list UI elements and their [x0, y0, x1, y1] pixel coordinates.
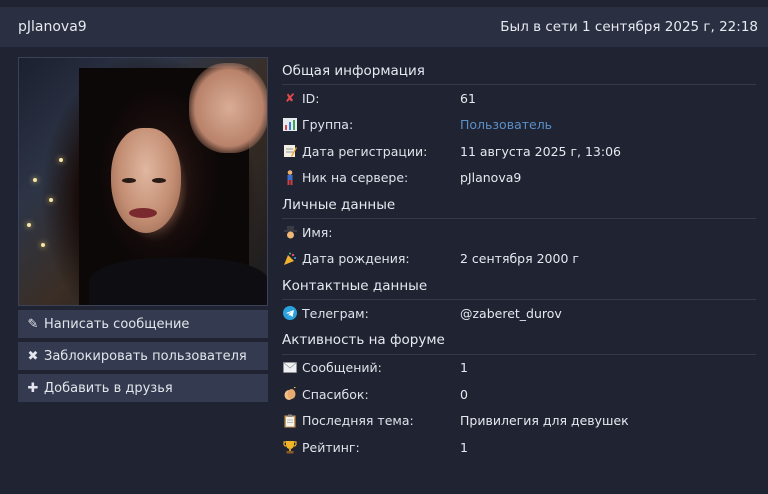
section-personal-title: Личные данные [282, 191, 756, 219]
info-row-registration-date: Дата регистрации: 11 августа 2025 г, 13:… [282, 138, 756, 165]
info-row-server-nick: Ник на сервере: pJlanova9 [282, 165, 756, 192]
detective-icon [282, 224, 298, 240]
photo-eye-right [152, 178, 166, 183]
add-friend-button[interactable]: ✚ Добавить в друзья [18, 374, 268, 402]
write-message-button[interactable]: ✎ Написать сообщение [18, 310, 268, 338]
profile-username: pJlanova9 [18, 19, 87, 35]
profile-info: Общая информация ✘ ID: 61 Группа: Пользов… [282, 57, 756, 461]
info-row-messages: Сообщений: 1 [282, 355, 756, 382]
section-contacts-title: Контактные данные [282, 272, 756, 300]
info-row-id: ✘ ID: 61 [282, 85, 756, 112]
profile-header: pJlanova9 Был в сети 1 сентября 2025 г, … [0, 7, 768, 47]
cross-icon: ✖ [27, 348, 39, 364]
add-friend-label: Добавить в друзья [44, 380, 173, 396]
last-seen-status: Был в сети 1 сентября 2025 г, 22:18 [500, 19, 758, 35]
profile-avatar[interactable] [18, 57, 268, 306]
clipboard-icon [282, 413, 298, 429]
group-link[interactable]: Пользователь [460, 117, 552, 132]
info-row-last-topic: Последняя тема: Привилегия для девушек [282, 408, 756, 435]
messages-count: 1 [460, 360, 468, 376]
info-row-telegram: Телеграм: @zaberet_durov [282, 300, 756, 327]
block-user-label: Заблокировать пользователя [44, 348, 247, 364]
info-row-rating: Рейтинг: 1 [282, 434, 756, 461]
profile-actions: ✎ Написать сообщение ✖ Заблокировать пол… [18, 310, 268, 406]
memo-icon [282, 143, 298, 159]
section-activity-title: Активность на форуме [282, 327, 756, 355]
plus-icon: ✚ [27, 380, 39, 396]
trophy-icon [282, 439, 298, 455]
id-value: 61 [460, 90, 476, 106]
server-nick-value: pJlanova9 [460, 170, 522, 186]
block-user-button[interactable]: ✖ Заблокировать пользователя [18, 342, 268, 370]
section-general-title: Общая информация [282, 57, 756, 85]
photo-eye-left [122, 178, 136, 183]
thanks-count: 0 [460, 386, 468, 402]
photo-hoodie [89, 258, 267, 305]
clapping-hands-icon [282, 386, 298, 402]
cross-mark-icon: ✘ [284, 91, 296, 106]
person-standing-icon [282, 170, 298, 186]
photo-lips [129, 208, 157, 218]
registration-date-value: 11 августа 2025 г, 13:06 [460, 143, 621, 159]
rating-value: 1 [460, 439, 468, 455]
party-popper-icon [282, 251, 298, 267]
info-row-group: Группа: Пользователь [282, 112, 756, 139]
last-topic-value[interactable]: Привилегия для девушек [460, 413, 629, 428]
birthdate-value: 2 сентября 2000 г [460, 251, 579, 267]
write-message-label: Написать сообщение [44, 316, 190, 332]
info-row-birthdate: Дата рождения: 2 сентября 2000 г [282, 246, 756, 273]
telegram-icon [282, 305, 298, 321]
info-row-name: Имя: [282, 219, 756, 246]
photo-hand [189, 63, 267, 153]
telegram-value: @zaberet_durov [460, 305, 562, 321]
bar-chart-icon [282, 117, 298, 133]
info-row-thanks: Спасибок: 0 [282, 381, 756, 408]
envelope-icon [282, 360, 298, 376]
pencil-icon: ✎ [27, 316, 39, 332]
